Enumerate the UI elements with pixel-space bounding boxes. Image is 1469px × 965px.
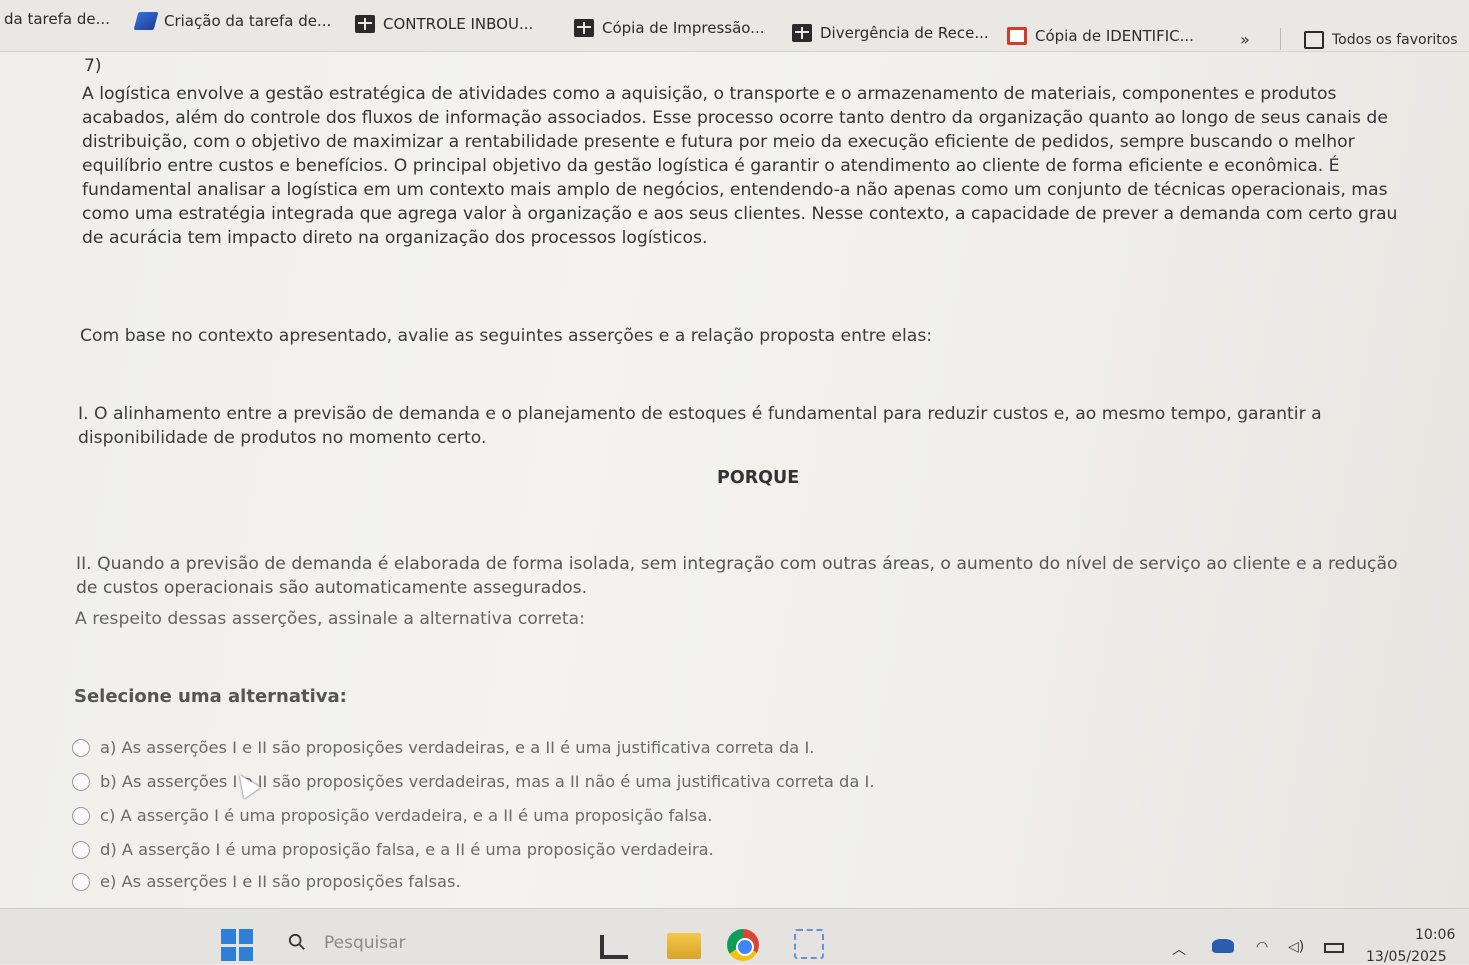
snipping-tool-icon[interactable] xyxy=(794,929,824,959)
battery-icon[interactable] xyxy=(1324,943,1344,953)
option-d[interactable]: d) A asserção I é uma proposição falsa, … xyxy=(72,840,714,859)
assertion-2: II. Quando a previsão de demanda é elabo… xyxy=(76,554,1398,598)
bookmark-label: da tarefa de... xyxy=(4,10,110,28)
all-favorites-button[interactable]: Todos os favoritos xyxy=(1304,31,1458,49)
all-favorites-label: Todos os favoritos xyxy=(1332,32,1458,48)
search-icon[interactable] xyxy=(288,933,306,951)
option-e[interactable]: e) As asserções I e II são proposições f… xyxy=(72,872,461,891)
radio-button[interactable] xyxy=(72,840,90,859)
question-ask: A respeito dessas asserções, assinale a … xyxy=(75,609,585,629)
chrome-icon[interactable] xyxy=(727,929,759,961)
assertion-1: I. O alinhamento entre a previsão de dem… xyxy=(78,404,1322,448)
bookmark-item[interactable]: Cópia de IDENTIFIC... xyxy=(1007,27,1194,45)
select-alternative-label: Selecione uma alternativa: xyxy=(74,686,347,707)
onedrive-icon[interactable] xyxy=(1212,939,1234,953)
folder-icon[interactable] xyxy=(667,933,701,959)
option-b[interactable]: b) As asserções I e II são proposições v… xyxy=(72,772,875,791)
option-c[interactable]: c) A asserção I é uma proposição verdade… xyxy=(72,806,712,825)
bookmark-item[interactable]: CONTROLE INBOU... xyxy=(355,15,533,33)
windows-start-icon[interactable] xyxy=(221,929,253,961)
sheets-icon xyxy=(355,15,375,33)
clock-date[interactable]: 13/05/2025 xyxy=(1366,949,1447,965)
folder-icon xyxy=(1304,31,1324,49)
bookmarks-divider xyxy=(1280,28,1281,50)
wifi-icon[interactable]: ◠ xyxy=(1256,939,1268,955)
bookmark-item[interactable]: da tarefa de... xyxy=(4,10,110,28)
sheets-icon xyxy=(792,24,812,42)
taskbar: Pesquisar ︿ ◠ ◁) 10:06 13/05/2025 xyxy=(0,908,1469,965)
radio-button[interactable] xyxy=(72,806,90,825)
question-context-paragraph: A logística envolve a gestão estratégica… xyxy=(82,84,1398,248)
radio-button[interactable] xyxy=(72,772,90,791)
azure-devops-icon xyxy=(133,12,159,30)
bookmark-item[interactable]: Divergência de Rece... xyxy=(792,24,989,42)
chevron-up-icon[interactable]: ︿ xyxy=(1172,939,1186,959)
bookmark-item[interactable]: Cópia de Impressão... xyxy=(574,19,764,37)
volume-icon[interactable]: ◁) xyxy=(1288,939,1304,955)
option-label: d) A asserção I é uma proposição falsa, … xyxy=(100,840,714,859)
radio-button[interactable] xyxy=(72,738,90,757)
radio-button[interactable] xyxy=(72,872,90,891)
bookmark-label: Criação da tarefa de... xyxy=(164,12,332,30)
option-label: a) As asserções I e II são proposições v… xyxy=(100,738,815,757)
assertion-connector: PORQUE xyxy=(717,468,800,488)
bookmark-label: CONTROLE INBOU... xyxy=(383,15,534,33)
bookmark-item[interactable]: Criação da tarefa de... xyxy=(133,12,332,30)
option-label: e) As asserções I e II são proposições f… xyxy=(100,872,461,891)
bookmark-label: Cópia de Impressão... xyxy=(602,19,765,37)
question-prompt: Com base no contexto apresentado, avalie… xyxy=(80,326,933,346)
more-bookmarks-button[interactable]: » xyxy=(1240,30,1250,49)
question-content: 7) A logística envolve a gestão estratég… xyxy=(0,52,1469,908)
sheets-icon xyxy=(574,19,594,37)
option-label: c) A asserção I é uma proposição verdade… xyxy=(100,806,713,825)
option-label: b) As asserções I e II são proposições v… xyxy=(100,772,875,791)
option-a[interactable]: a) As asserções I e II são proposições v… xyxy=(72,738,814,757)
bookmark-label: Divergência de Rece... xyxy=(820,24,989,42)
bookmark-label: Cópia de IDENTIFIC... xyxy=(1035,27,1194,45)
file-explorer-icon[interactable] xyxy=(600,935,628,959)
slides-icon xyxy=(1007,27,1027,45)
bookmarks-bar: da tarefa de... Criação da tarefa de... … xyxy=(0,0,1469,52)
taskbar-search-input[interactable]: Pesquisar xyxy=(324,933,406,953)
clock-time[interactable]: 10:06 xyxy=(1415,927,1455,943)
question-number: 7) xyxy=(84,56,102,76)
